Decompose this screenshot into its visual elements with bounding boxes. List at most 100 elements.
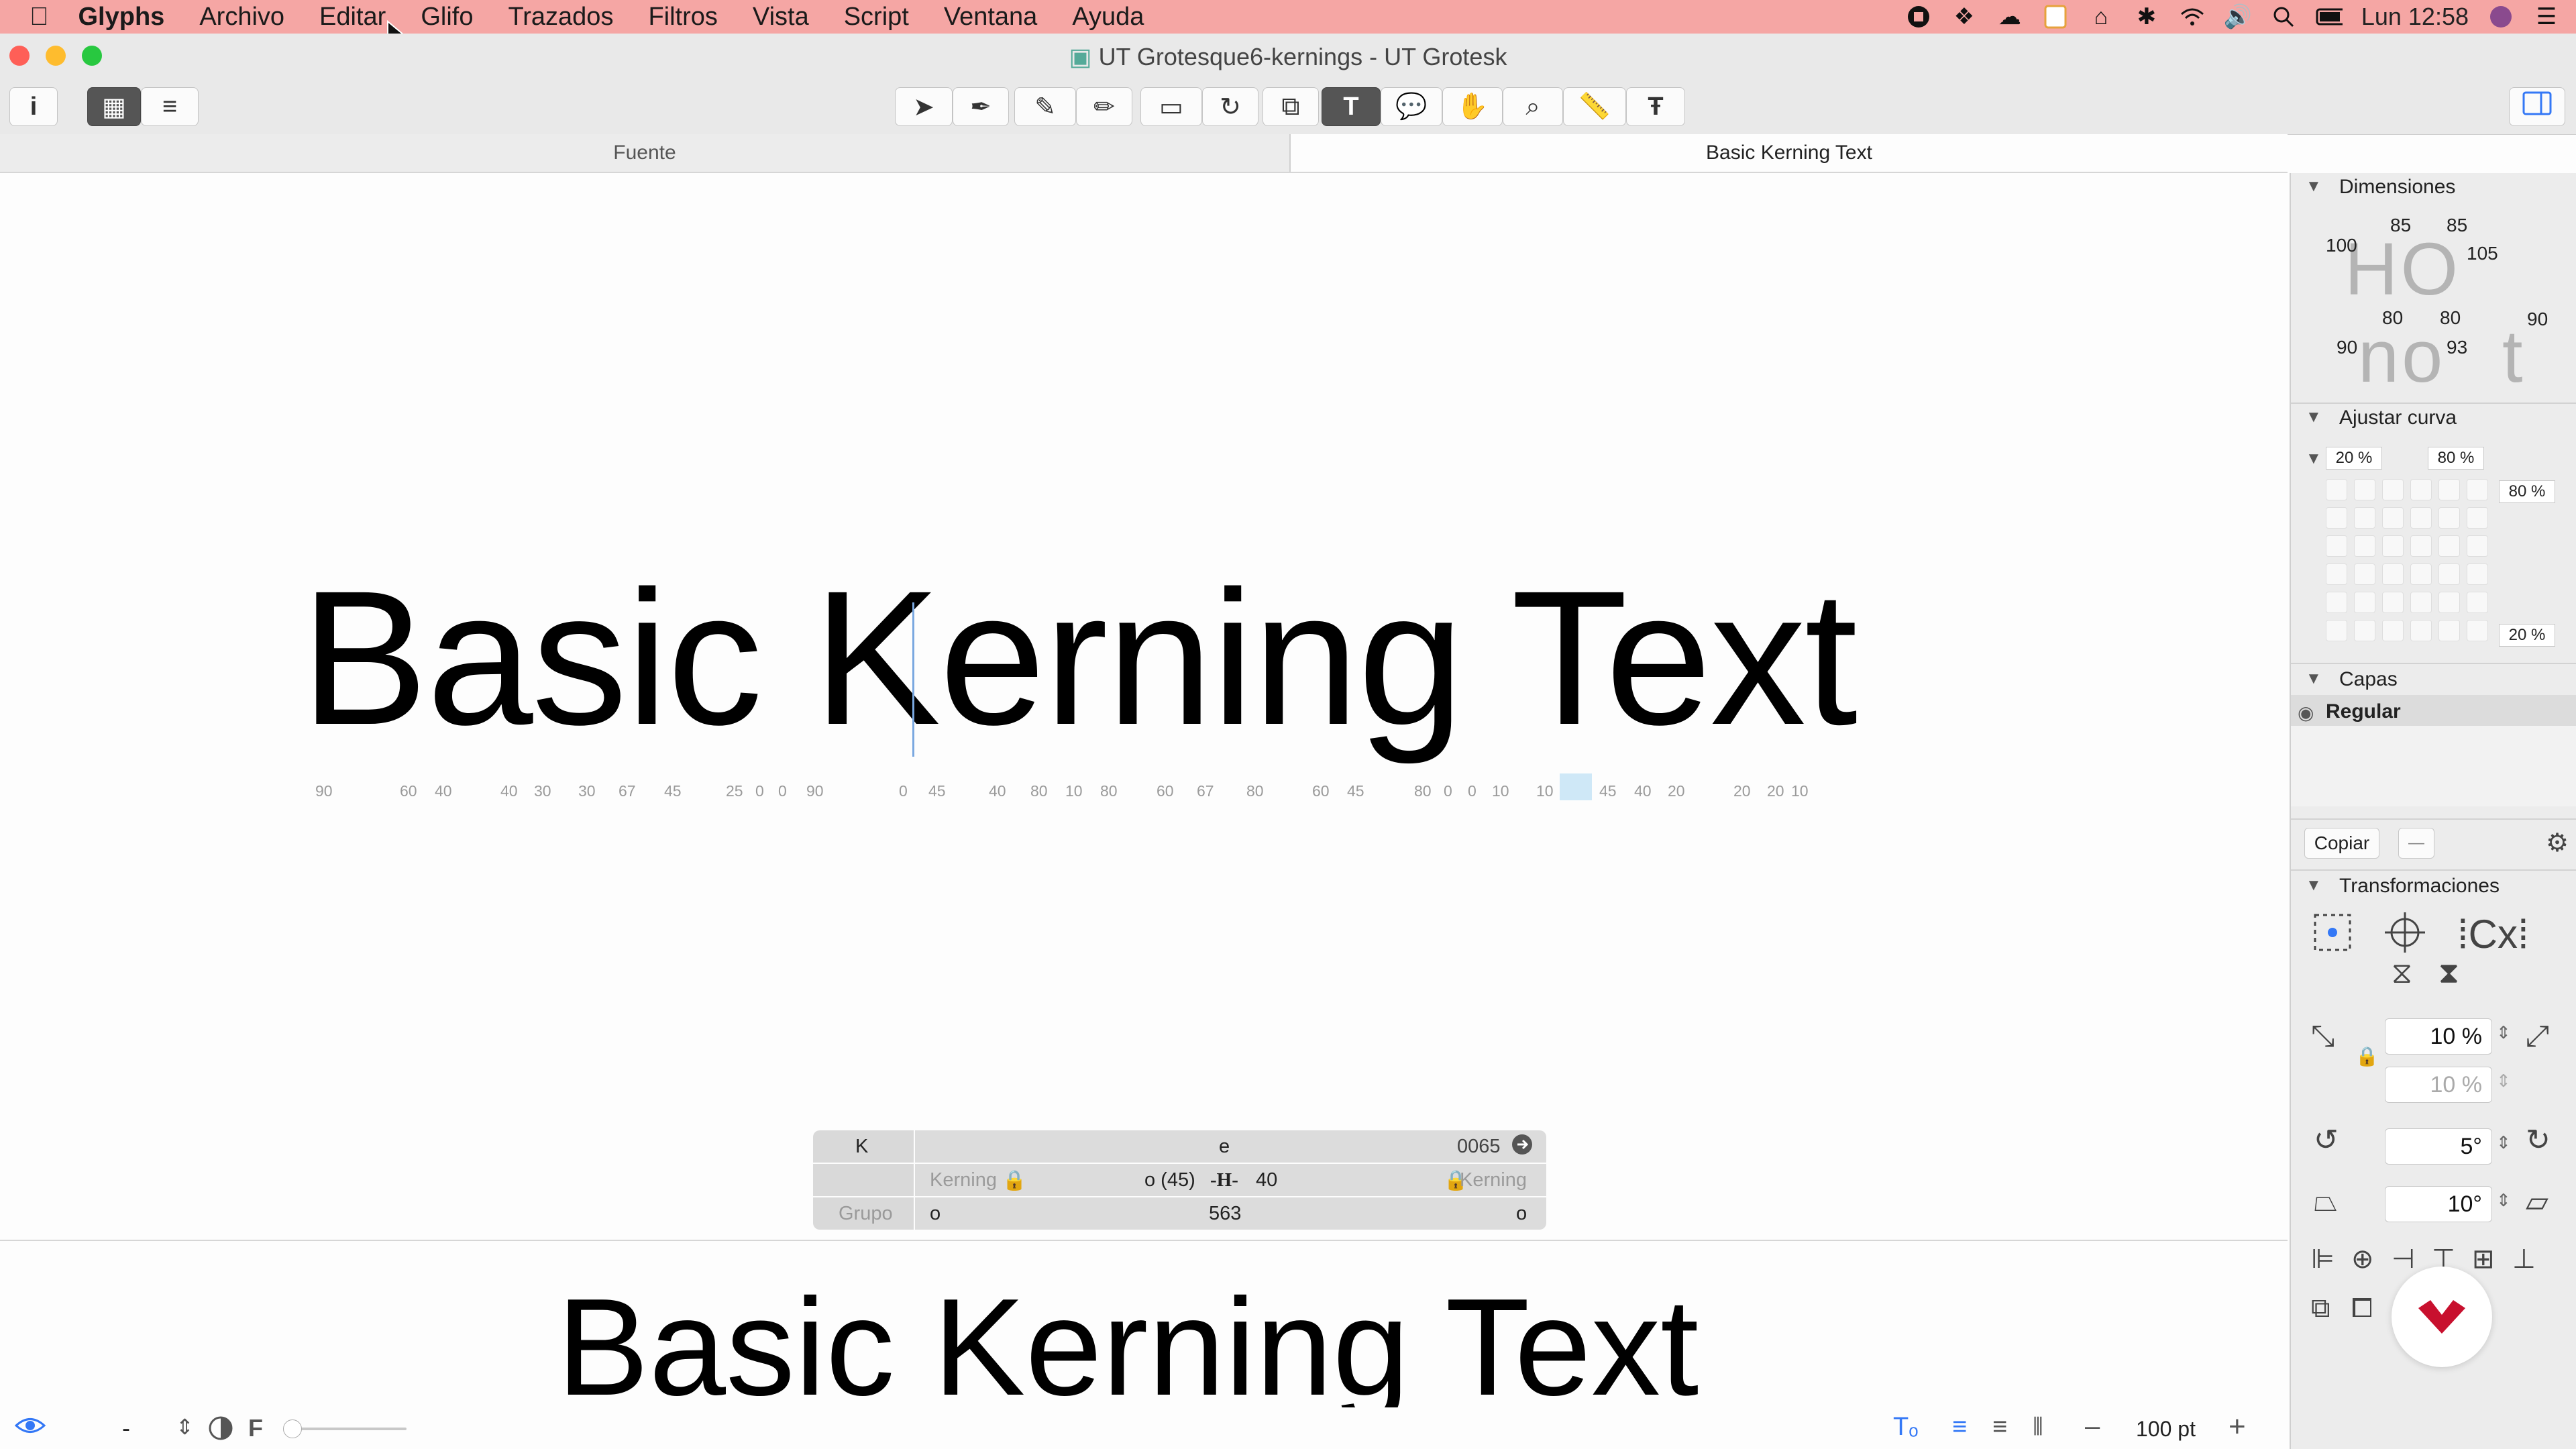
metrics-tool[interactable]: Ŧ bbox=[1626, 87, 1685, 126]
menu-script[interactable]: Script bbox=[844, 3, 909, 32]
curve-grid-cell[interactable] bbox=[2438, 620, 2460, 641]
shape-tool[interactable]: ▭ bbox=[1140, 87, 1202, 126]
rotate-ccw-icon[interactable]: ↺ bbox=[2314, 1123, 2339, 1157]
curve-grid-cell[interactable] bbox=[2382, 479, 2404, 500]
clock-text[interactable]: Lun 12:58 bbox=[2361, 3, 2469, 31]
curve-grid-cell[interactable] bbox=[2410, 507, 2432, 529]
proportion-lock-icon[interactable]: 🔒 bbox=[2355, 1045, 2379, 1067]
zoom-level[interactable]: 100 pt bbox=[2136, 1417, 2196, 1442]
union-icon[interactable]: ⧉ bbox=[2311, 1293, 2330, 1324]
curve-grid-cell[interactable] bbox=[2438, 507, 2460, 529]
layer-settings-gear-icon[interactable]: ⚙ bbox=[2546, 828, 2569, 858]
scale-x-stepper[interactable]: ⇕ bbox=[2496, 1022, 2511, 1043]
sidebearing-value[interactable]: 45 bbox=[1599, 782, 1617, 800]
slant-left-icon[interactable]: ⏢ bbox=[2314, 1185, 2337, 1218]
text-options-icon[interactable]: Tₒ bbox=[1893, 1413, 1919, 1442]
justify-icon[interactable]: ⦀ bbox=[2033, 1413, 2043, 1442]
transform-center-icon[interactable] bbox=[2383, 911, 2426, 961]
curve-grid-cell[interactable] bbox=[2326, 507, 2347, 529]
slant-field[interactable]: 10° bbox=[2385, 1186, 2492, 1222]
canvas-text[interactable]: Basic Kerning Text bbox=[301, 549, 1858, 768]
sidebearing-value[interactable]: 90 bbox=[806, 782, 824, 800]
curve-field-top-right[interactable]: 80 % bbox=[2428, 447, 2484, 470]
dropbox-icon[interactable]: ❖ bbox=[1951, 3, 1978, 30]
sidebearing-value[interactable]: 0 bbox=[755, 782, 764, 800]
sidebearing-value[interactable]: 60 bbox=[400, 782, 417, 800]
sidebearing-value[interactable]: 20 bbox=[1733, 782, 1751, 800]
menu-trazados[interactable]: Trazados bbox=[508, 3, 613, 32]
flip-horizontal-icon[interactable]: ⧖ bbox=[2392, 957, 2412, 990]
sidebearing-value[interactable]: 40 bbox=[500, 782, 518, 800]
right-kerning-value[interactable]: 40 bbox=[1256, 1169, 1277, 1191]
transform-cx-icon[interactable]: ⁞Cx⁞ bbox=[2457, 911, 2529, 957]
curve-grid-cell[interactable] bbox=[2382, 507, 2404, 529]
layer-row-regular[interactable]: ◉ Regular bbox=[2291, 695, 2576, 726]
spotlight-search-icon[interactable] bbox=[2270, 3, 2297, 30]
sidebearing-value[interactable]: 40 bbox=[435, 782, 452, 800]
wifi-icon[interactable] bbox=[2179, 3, 2206, 30]
align-left-edges-icon[interactable]: ⊫ bbox=[2311, 1244, 2334, 1275]
right-glyph-name[interactable]: e bbox=[1219, 1136, 1230, 1158]
curve-field-top-left[interactable]: 20 % bbox=[2326, 447, 2382, 470]
menu-filtros[interactable]: Filtros bbox=[648, 3, 717, 32]
sidebearing-value[interactable]: 10 bbox=[1065, 782, 1083, 800]
sidebearing-value[interactable]: 90 bbox=[315, 782, 333, 800]
node-tool[interactable]: ✒ bbox=[953, 87, 1009, 126]
stepper-icon[interactable]: ⇕ bbox=[176, 1414, 194, 1440]
curve-grid-cell[interactable] bbox=[2467, 620, 2488, 641]
sidebearing-value[interactable]: 40 bbox=[989, 782, 1006, 800]
flip-vertical-icon[interactable]: ⧗ bbox=[2438, 957, 2459, 990]
sidebearing-value[interactable]: 25 bbox=[726, 782, 743, 800]
curve-grid-cell[interactable] bbox=[2326, 479, 2347, 500]
contrast-icon[interactable] bbox=[208, 1415, 233, 1444]
curve-grid-cell[interactable] bbox=[2382, 592, 2404, 613]
slant-stepper[interactable]: ⇕ bbox=[2496, 1190, 2511, 1211]
layer-name[interactable]: Regular bbox=[2326, 700, 2401, 723]
curve-field-right-top[interactable]: 80 % bbox=[2499, 480, 2555, 503]
notes-app-icon[interactable] bbox=[2042, 3, 2069, 30]
sidebearing-value[interactable]: 0 bbox=[778, 782, 787, 800]
curve-grid-cell[interactable] bbox=[2438, 564, 2460, 585]
edit-canvas[interactable]: Basic Kerning Text 90 60 40 40 30 30 67 45 25 0 0 9… bbox=[0, 173, 2288, 1240]
tab-fuente[interactable]: Fuente bbox=[0, 134, 1291, 172]
align-h-center-icon[interactable]: ⊕ bbox=[2351, 1244, 2374, 1275]
sidebearing-value[interactable]: 60 bbox=[1312, 782, 1330, 800]
text-tool[interactable]: T bbox=[1322, 87, 1381, 126]
copy-layer-button[interactable]: Copiar bbox=[2304, 828, 2379, 859]
curve-grid-cell[interactable] bbox=[2326, 620, 2347, 641]
apple-menu-icon[interactable]:  bbox=[30, 3, 49, 32]
left-group-value[interactable]: o bbox=[930, 1203, 941, 1225]
curve-grid-cell[interactable] bbox=[2410, 620, 2432, 641]
curve-grid-cell[interactable] bbox=[2326, 535, 2347, 557]
slider-knob[interactable] bbox=[283, 1419, 302, 1438]
bluetooth-icon[interactable]: ✱ bbox=[2133, 3, 2160, 30]
curve-grid-cell[interactable] bbox=[2467, 564, 2488, 585]
dim-value[interactable]: 80 bbox=[2382, 307, 2403, 329]
curve-grid-cell[interactable] bbox=[2382, 564, 2404, 585]
curve-grid-cell[interactable] bbox=[2326, 592, 2347, 613]
menu-glifo[interactable]: Glifo bbox=[421, 3, 473, 32]
transform-origin-box-icon[interactable] bbox=[2311, 911, 2354, 961]
menu-editar[interactable]: Editar bbox=[319, 3, 386, 32]
lock-left-icon[interactable]: 🔒 bbox=[1002, 1169, 1026, 1192]
sidebearing-value[interactable]: 80 bbox=[1100, 782, 1118, 800]
sidebearing-value[interactable]: 80 bbox=[1246, 782, 1264, 800]
sidebearing-value[interactable]: 45 bbox=[664, 782, 682, 800]
left-glyph-name[interactable]: K bbox=[855, 1136, 868, 1158]
collapse-dimensions-icon[interactable]: ▼ bbox=[2306, 177, 2322, 196]
collapse-transform-icon[interactable]: ▼ bbox=[2306, 876, 2322, 895]
layer-visibility-eye-icon[interactable]: ◉ bbox=[2298, 702, 2314, 724]
curve-grid-cell[interactable] bbox=[2354, 479, 2375, 500]
curve-grid-cell[interactable] bbox=[2354, 620, 2375, 641]
curve-grid-cell[interactable] bbox=[2326, 564, 2347, 585]
sidebearing-value[interactable]: 20 bbox=[1668, 782, 1685, 800]
collapse-layers-icon[interactable]: ▼ bbox=[2306, 669, 2322, 688]
menu-ventana[interactable]: Ventana bbox=[944, 3, 1037, 32]
zoom-tool[interactable]: ⌕ bbox=[1503, 87, 1563, 126]
annotation-tool[interactable]: 💬 bbox=[1381, 87, 1442, 126]
menu-archivo[interactable]: Archivo bbox=[199, 3, 284, 32]
scale-up-icon[interactable]: ⤢ bbox=[2526, 1020, 2549, 1053]
align-bottom-icon[interactable]: ⊥ bbox=[2512, 1244, 2536, 1275]
curve-options-icon[interactable]: ▼ bbox=[2306, 449, 2322, 468]
sidebearing-value[interactable]: 60 bbox=[1157, 782, 1174, 800]
